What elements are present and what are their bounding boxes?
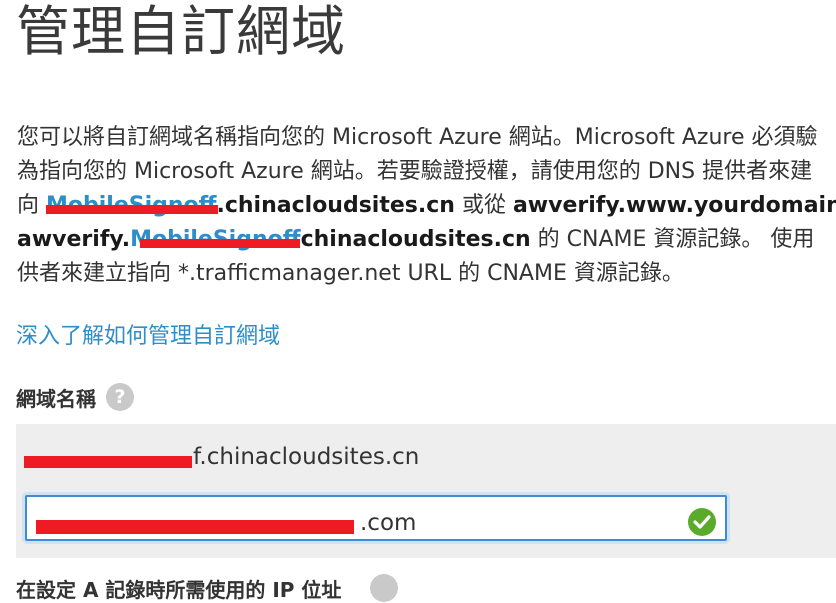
domain-name-label: 網域名稱	[16, 386, 96, 411]
help-icon[interactable]	[370, 574, 398, 602]
redaction-mark	[46, 205, 218, 214]
description: 您可以將自訂網域名稱指向您的 Microsoft Azure 網站。Micros…	[17, 121, 836, 291]
description-line-2: 為指向您的 Microsoft Azure 網站。若要驗證授權，請使用您的 DN…	[17, 159, 813, 184]
description-line-3: 向 MobileSignoff.chinacloudsites.cn 或從 aw…	[17, 189, 836, 223]
description-text: 或從	[454, 193, 513, 218]
page-title: 管理自訂網域	[16, 0, 346, 63]
help-icon[interactable]: ?	[106, 383, 134, 411]
verify-host: awverify.www.yourdomain	[512, 193, 836, 218]
existing-domain-row	[16, 424, 836, 484]
description-line-1: 您可以將自訂網域名稱指向您的 Microsoft Azure 網站。Micros…	[17, 125, 818, 150]
site-link[interactable]: MobileSignoff	[46, 193, 218, 218]
valid-check-icon	[688, 508, 716, 536]
domain-suffix: .chinacloudsites.cn	[216, 193, 455, 218]
redaction-mark	[140, 239, 301, 248]
description-line-5: 供者來建立指向 *.trafficmanager.net URL 的 CNAME…	[17, 261, 684, 286]
existing-domain-text: f.chinacloudsites.cn	[193, 444, 420, 470]
site-link-2[interactable]: MobileSignoff	[130, 227, 301, 252]
description-line-4: awverify.MobileSignoffchinacloudsites.cn…	[17, 223, 836, 257]
ip-address-label: 在設定 A 記錄時所需使用的 IP 位址	[16, 578, 342, 602]
redaction-mark	[24, 456, 192, 468]
redaction-mark	[36, 520, 354, 534]
verify-prefix: awverify.	[17, 227, 131, 252]
description-text: 向	[17, 193, 46, 218]
domain-name-label-row: 網域名稱 ?	[16, 381, 134, 413]
domain-input-value: .com	[360, 510, 417, 536]
learn-more-link[interactable]: 深入了解如何管理自訂網域	[16, 321, 280, 353]
domain-suffix-2: chinacloudsites.cn	[300, 227, 531, 252]
description-text: 的 CNAME 資源記錄。 使用	[530, 227, 815, 252]
